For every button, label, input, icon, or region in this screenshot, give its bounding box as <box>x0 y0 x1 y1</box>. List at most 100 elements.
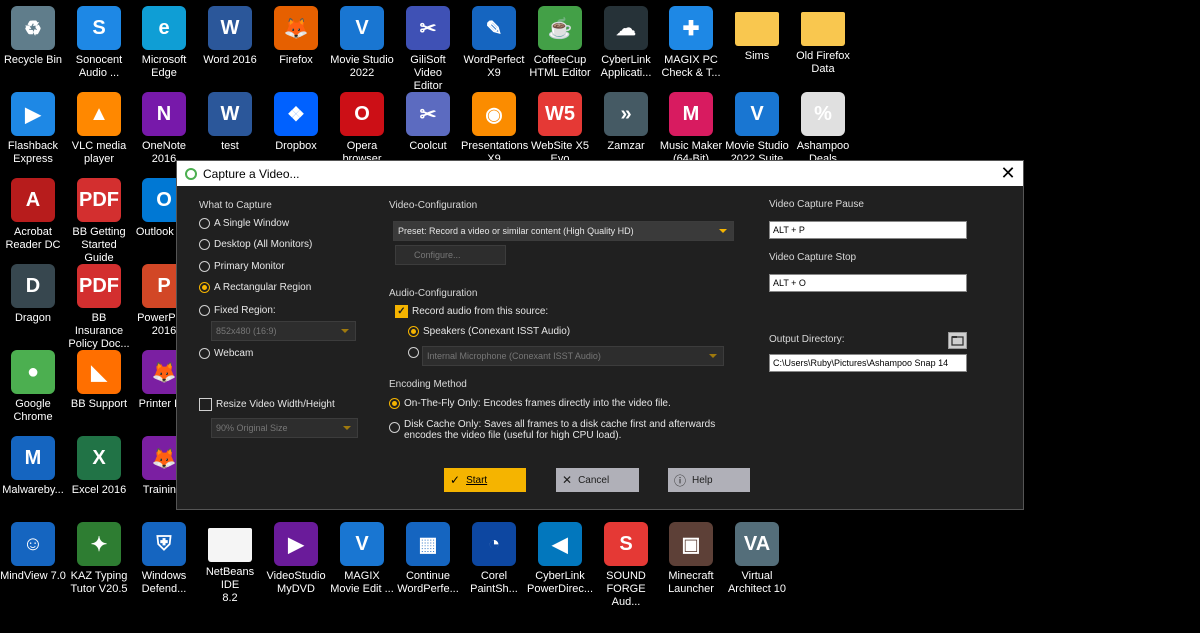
app-icon: ❖ <box>274 92 318 136</box>
desktop-icon[interactable]: ▣ Minecraft Launcher <box>658 518 724 596</box>
radio-dot[interactable] <box>199 282 210 293</box>
desktop-icon[interactable]: ▶ VideoStudio MyDVD <box>263 518 329 596</box>
chevron-down-icon <box>709 354 717 358</box>
desktop-icon[interactable]: PDF BB Insurance Policy Doc... <box>66 260 132 351</box>
desktop-icon[interactable]: ◀ CyberLink PowerDirec... <box>527 518 593 596</box>
radio-dot[interactable] <box>199 348 210 359</box>
desktop-icon[interactable]: ◔ Corel PaintSh... <box>461 518 527 596</box>
onthefly-radio[interactable]: On-The-Fly Only: Encodes frames directly… <box>389 398 671 409</box>
desktop-icon-label: Recycle Bin <box>3 54 63 66</box>
preset-select[interactable]: Preset: Record a video or similar conten… <box>393 221 734 241</box>
app-icon: ◉ <box>472 92 516 136</box>
app-icon: V <box>340 522 384 566</box>
capture-option[interactable]: Fixed Region: <box>199 305 276 316</box>
app-icon: » <box>604 92 648 136</box>
desktop-icon[interactable]: ▦ Continue WordPerfe... <box>395 518 461 596</box>
desktop-icon[interactable]: ☺ MindView 7.0 <box>0 518 66 583</box>
radio-dot[interactable] <box>199 305 210 316</box>
capture-option[interactable]: A Rectangular Region <box>199 282 311 293</box>
diskcache-radio[interactable]: Disk Cache Only: Saves all frames to a d… <box>389 419 715 441</box>
desktop-icon[interactable]: ▲ VLC media player <box>66 88 132 166</box>
capture-option-label: Primary Monitor <box>214 261 285 272</box>
record-audio-checkbox[interactable]: ✓ Record audio from this source: <box>395 305 548 318</box>
folder-icon[interactable] <box>948 332 967 349</box>
desktop-icon[interactable]: ☁ CyberLink Applicati... <box>593 2 659 80</box>
desktop-icon[interactable]: % Ashampoo Deals <box>790 88 856 166</box>
microphone-select[interactable]: Internal Microphone (Conexant ISST Audio… <box>422 346 724 366</box>
desktop-icon[interactable]: PDF BB Getting Started Guide <box>66 174 132 265</box>
desktop-icon[interactable]: M Malwareby... <box>0 432 66 497</box>
desktop-icon[interactable]: A Acrobat Reader DC <box>0 174 66 252</box>
desktop-icon[interactable]: N OneNote 2016 <box>131 88 197 166</box>
desktop-icon[interactable]: ✂ GiliSoft Video Editor <box>395 2 461 93</box>
desktop-icon-label: Virtual Architect 10 <box>727 570 787 595</box>
app-icon: M <box>669 92 713 136</box>
desktop-icon[interactable]: S SOUND FORGE Aud... <box>593 518 659 609</box>
desktop-icon[interactable]: V MAGIX Movie Edit ... <box>329 518 395 596</box>
desktop-icon[interactable]: D Dragon <box>0 260 66 325</box>
desktop-icon[interactable]: S Sonocent Audio ... <box>66 2 132 80</box>
desktop-icon[interactable]: ● Google Chrome <box>0 346 66 424</box>
stop-hotkey-input[interactable]: ALT + O <box>769 274 967 292</box>
desktop-icon[interactable]: Old Firefox Data <box>790 2 856 76</box>
microphone-radio-dot[interactable] <box>408 347 419 358</box>
desktop-icon[interactable]: X Excel 2016 <box>66 432 132 497</box>
desktop-icon[interactable]: e Microsoft Edge <box>131 2 197 80</box>
diskcache-label: Disk Cache Only: Saves all frames to a d… <box>404 419 716 441</box>
desktop-icon[interactable]: V Movie Studio 2022 <box>329 2 395 80</box>
desktop-icon[interactable]: ✚ MAGIX PC Check & T... <box>658 2 724 80</box>
desktop-icon[interactable]: ▶ Flashback Express <box>0 88 66 166</box>
check-icon[interactable]: ✓ <box>395 305 408 318</box>
app-icon: M <box>11 436 55 480</box>
close-icon[interactable]: ✕ <box>993 163 1023 184</box>
resize-checkbox[interactable]: Resize Video Width/Height <box>199 398 335 411</box>
app-icon: ◣ <box>77 350 121 394</box>
start-button[interactable]: ✓ Start <box>444 468 526 492</box>
pause-hotkey-input[interactable]: ALT + P <box>769 221 967 239</box>
desktop-icon[interactable]: ◣ BB Support <box>66 346 132 411</box>
desktop-icon[interactable]: ❖ Dropbox <box>263 88 329 153</box>
desktop-icon[interactable]: V Movie Studio 2022 Suite <box>724 88 790 166</box>
desktop-icon[interactable]: » Zamzar <box>593 88 659 153</box>
resize-select[interactable]: 90% Original Size <box>211 418 358 438</box>
radio-dot[interactable] <box>199 261 210 272</box>
resize-checkbox-box[interactable] <box>199 398 212 411</box>
desktop-icon[interactable]: Sims <box>724 2 790 63</box>
speakers-radio-dot[interactable] <box>408 326 419 337</box>
fixed-region-select[interactable]: 852x480 (16:9) <box>211 321 356 341</box>
desktop-icon[interactable]: VA Virtual Architect 10 <box>724 518 790 596</box>
desktop-icon[interactable]: ✦ KAZ Typing Tutor V20.5 <box>66 518 132 596</box>
output-directory-input[interactable]: C:\Users\Ruby\Pictures\Ashampoo Snap 14 <box>769 354 967 372</box>
app-icon <box>735 12 779 46</box>
desktop-icon-label: Dragon <box>14 312 52 324</box>
desktop-icon[interactable]: ♻ Recycle Bin <box>0 2 66 67</box>
dialog-titlebar: Capture a Video... ✕ <box>177 161 1023 186</box>
diskcache-radio-dot[interactable] <box>389 422 400 433</box>
speakers-radio[interactable]: Speakers (Conexant ISST Audio) <box>408 326 570 337</box>
desktop-icon[interactable]: M Music Maker (64-Bit) <box>658 88 724 166</box>
app-icon: ⛨ <box>142 522 186 566</box>
capture-option[interactable]: Desktop (All Monitors) <box>199 239 312 250</box>
desktop-icon[interactable]: ☕ CoffeeCup HTML Editor <box>527 2 593 80</box>
capture-option[interactable]: Webcam <box>199 348 253 359</box>
capture-option[interactable]: A Single Window <box>199 218 289 229</box>
desktop-icon[interactable]: 🦊 Firefox <box>263 2 329 67</box>
desktop-icon[interactable]: W5 WebSite X5 Evo <box>527 88 593 166</box>
desktop-icon[interactable]: Wtest <box>197 88 263 153</box>
desktop-icon[interactable]: W Word 2016 <box>197 2 263 67</box>
desktop-icon[interactable]: NetBeans IDE 8.2 <box>197 518 263 605</box>
desktop-icon[interactable]: ◉ Presentations X9 <box>461 88 528 166</box>
microphone-radio[interactable] <box>408 347 423 358</box>
desktop-icon[interactable]: O Opera browser <box>329 88 395 166</box>
desktop-icon[interactable]: ✂ Coolcut <box>395 88 461 153</box>
capture-option[interactable]: Primary Monitor <box>199 261 285 272</box>
onthefly-radio-dot[interactable] <box>389 398 400 409</box>
desktop-icon-label: BB Support <box>70 398 128 410</box>
desktop-icon[interactable]: ✎ WordPerfect X9 <box>461 2 527 80</box>
cancel-button[interactable]: ✕ Cancel <box>556 468 639 492</box>
radio-dot[interactable] <box>199 239 210 250</box>
desktop-icon[interactable]: ⛨ Windows Defend... <box>131 518 197 596</box>
help-button[interactable]: ⓘ Help <box>668 468 750 492</box>
configure-button[interactable]: Configure... <box>395 245 506 265</box>
radio-dot[interactable] <box>199 218 210 229</box>
